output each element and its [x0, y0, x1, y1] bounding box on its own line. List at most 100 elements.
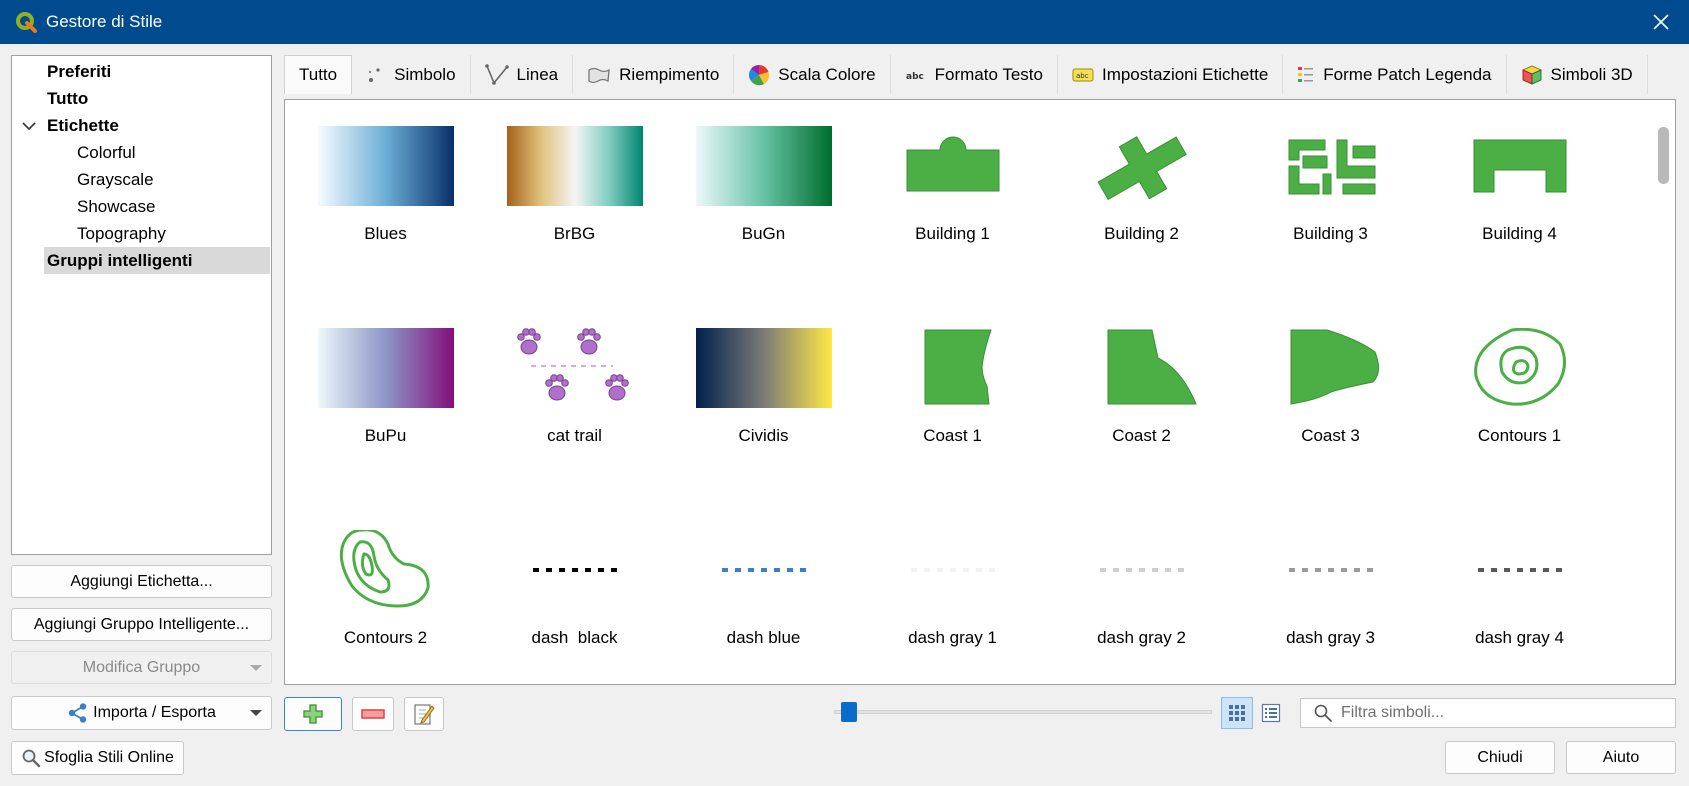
- svg-text:abc: abc: [1076, 72, 1089, 80]
- symbol-item[interactable]: BuGn: [669, 100, 858, 302]
- tree-item-label: Gruppi intelligenti: [47, 251, 193, 270]
- tree-item[interactable]: Showcase: [12, 193, 271, 220]
- icon-size-slider[interactable]: [834, 702, 1212, 722]
- tree-item[interactable]: Topography: [12, 220, 271, 247]
- symbol-preview: [318, 530, 454, 610]
- add-symbol-button[interactable]: [284, 697, 342, 731]
- symbol-item[interactable]: dash gray 1: [858, 504, 1047, 684]
- symbol-item[interactable]: Building 2: [1047, 100, 1236, 302]
- scrollbar-thumb[interactable]: [1658, 127, 1669, 184]
- symbol-item[interactable]: Coast 2: [1047, 302, 1236, 504]
- tree-item[interactable]: Etichette: [12, 112, 271, 139]
- tab-label: Tutto: [299, 65, 338, 84]
- symbol-name: Building 2: [1104, 224, 1179, 243]
- label-settings-icon: abc: [1072, 67, 1094, 83]
- symbol-preview: [885, 530, 1021, 610]
- tab-linea[interactable]: Linea: [470, 55, 574, 94]
- tree-item[interactable]: Gruppi intelligenti: [44, 247, 270, 274]
- symbol-name: BuPu: [364, 426, 407, 445]
- tab-label: Riempimento: [619, 64, 720, 84]
- tree-item-label: Etichette: [47, 116, 119, 135]
- symbol-name: BuGn: [741, 224, 786, 243]
- add-smart-group-button[interactable]: Aggiungi Gruppo Intelligente...: [11, 608, 272, 641]
- edit-symbol-button[interactable]: [404, 697, 444, 731]
- vertical-scrollbar[interactable]: [1651, 100, 1675, 684]
- symbol-item[interactable]: BuPu: [291, 302, 480, 504]
- add-tag-button[interactable]: Aggiungi Etichetta...: [11, 565, 272, 598]
- symbol-preview: [1074, 126, 1210, 206]
- browse-online-button[interactable]: Sfoglia Stili Online: [11, 741, 184, 775]
- help-button[interactable]: Aiuto: [1566, 741, 1676, 774]
- marker-symbol-icon: [366, 65, 386, 85]
- list-view-button[interactable]: [1255, 697, 1287, 729]
- tab-impostazioni-etichette[interactable]: abc Impostazioni Etichette: [1057, 55, 1284, 94]
- fill-symbol-icon: [587, 66, 611, 84]
- symbol-item[interactable]: dash black: [480, 504, 669, 684]
- symbol-preview: [318, 328, 454, 408]
- tree-item[interactable]: Colorful: [12, 139, 271, 166]
- icon-view-button[interactable]: [1221, 697, 1253, 729]
- close-window-button[interactable]: [1647, 8, 1675, 36]
- close-button[interactable]: Chiudi: [1445, 741, 1555, 774]
- symbol-preview: [696, 530, 832, 610]
- tree-item[interactable]: Preferiti: [12, 58, 271, 85]
- tab-forme-patch-legenda[interactable]: Forme Patch Legenda: [1283, 55, 1507, 94]
- symbol-preview: [1263, 530, 1399, 610]
- modify-group-label: Modifica Gruppo: [82, 658, 201, 676]
- symbol-preview: [885, 328, 1021, 408]
- window-title: Gestore di Stile: [46, 12, 163, 31]
- symbol-name: Building 3: [1293, 224, 1368, 243]
- dropdown-arrow-icon: [250, 664, 262, 671]
- symbol-item[interactable]: dash gray 2: [1047, 504, 1236, 684]
- symbol-grid: Blues BrBG BuGn Building 1 Building 2 Buildin…: [284, 99, 1676, 685]
- title-bar: Gestore di Stile: [0, 0, 1689, 44]
- symbol-item[interactable]: dash gray 3: [1236, 504, 1425, 684]
- tab-tutto[interactable]: Tutto: [284, 55, 353, 94]
- tree-item[interactable]: Grayscale: [12, 166, 271, 193]
- slider-handle[interactable]: [841, 702, 857, 722]
- qgis-logo-icon: [16, 12, 37, 33]
- import-export-button[interactable]: Importa / Esporta: [11, 696, 272, 730]
- symbol-name: dash gray 2: [1097, 628, 1186, 647]
- close-label: Chiudi: [1477, 748, 1523, 766]
- symbol-item[interactable]: Blues: [291, 100, 480, 302]
- symbol-preview: [507, 126, 643, 206]
- symbol-item[interactable]: Contours 2: [291, 504, 480, 684]
- symbol-name: Coast 1: [923, 426, 982, 445]
- symbol-item[interactable]: dash blue: [669, 504, 858, 684]
- tab-simboli-3d[interactable]: Simboli 3D: [1506, 55, 1648, 94]
- symbol-3d-icon: [1521, 64, 1543, 86]
- symbol-type-tabs: Tutto Simbolo Linea Riempimento Scala Colore…: [284, 55, 1672, 94]
- symbol-item[interactable]: Building 3: [1236, 100, 1425, 302]
- tree-item[interactable]: Tutto: [12, 85, 271, 112]
- symbol-name: Blues: [364, 224, 407, 243]
- minus-icon: [361, 709, 385, 719]
- symbol-item[interactable]: Contours 1: [1425, 302, 1614, 504]
- symbol-preview: [507, 328, 643, 408]
- symbol-preview: [1263, 126, 1399, 206]
- remove-symbol-button[interactable]: [352, 697, 394, 731]
- symbol-item[interactable]: Building 4: [1425, 100, 1614, 302]
- symbol-item[interactable]: Building 1: [858, 100, 1047, 302]
- symbol-name: Building 1: [915, 224, 990, 243]
- filter-symbols-input[interactable]: [1341, 704, 1661, 722]
- tab-riempimento[interactable]: Riempimento: [573, 55, 735, 94]
- symbol-item[interactable]: BrBG: [480, 100, 669, 302]
- tab-scala-colore[interactable]: Scala Colore: [734, 55, 891, 94]
- search-icon: [1314, 704, 1332, 722]
- symbol-preview: [1074, 530, 1210, 610]
- tab-label: Scala Colore: [778, 64, 876, 84]
- symbol-item[interactable]: cat trail: [480, 302, 669, 504]
- symbol-item[interactable]: Cividis: [669, 302, 858, 504]
- symbol-item[interactable]: dash gray 4: [1425, 504, 1614, 684]
- chevron-down-icon[interactable]: [22, 112, 38, 139]
- tab-simbolo[interactable]: Simbolo: [352, 55, 471, 94]
- tab-formato-testo[interactable]: abc Formato Testo: [890, 55, 1058, 94]
- tree-item-label: Showcase: [77, 197, 156, 216]
- symbol-preview: [318, 126, 454, 206]
- symbol-item[interactable]: Coast 1: [858, 302, 1047, 504]
- filter-symbols-field[interactable]: [1300, 698, 1676, 728]
- modify-group-button[interactable]: Modifica Gruppo: [11, 651, 272, 684]
- tab-label: Simbolo: [394, 64, 456, 84]
- symbol-item[interactable]: Coast 3: [1236, 302, 1425, 504]
